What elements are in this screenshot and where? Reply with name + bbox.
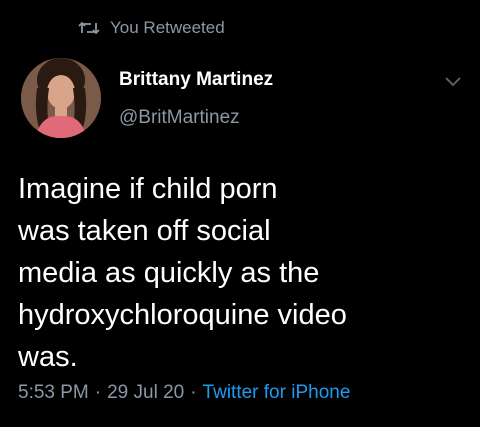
author-handle[interactable]: @BritMartinez xyxy=(119,108,240,127)
tweet-time: 5:53 PM xyxy=(18,382,89,403)
separator-dot: · xyxy=(190,382,197,403)
retweet-context: You Retweeted xyxy=(78,18,225,38)
author-name[interactable]: Brittany Martinez xyxy=(119,70,273,89)
chevron-down-icon[interactable] xyxy=(442,72,464,90)
avatar[interactable] xyxy=(21,58,101,138)
retweet-icon xyxy=(78,20,100,36)
tweet-meta: 5:53 PM · 29 Jul 20 · Twitter for iPhone xyxy=(18,382,350,404)
tweet-text: Imagine if child porn was taken off soci… xyxy=(18,173,347,373)
tweet-source-link[interactable]: Twitter for iPhone xyxy=(203,382,351,404)
tweet-date: 29 Jul 20 xyxy=(107,382,185,403)
separator-dot: · xyxy=(94,382,102,403)
retweet-label: You Retweeted xyxy=(110,18,225,37)
